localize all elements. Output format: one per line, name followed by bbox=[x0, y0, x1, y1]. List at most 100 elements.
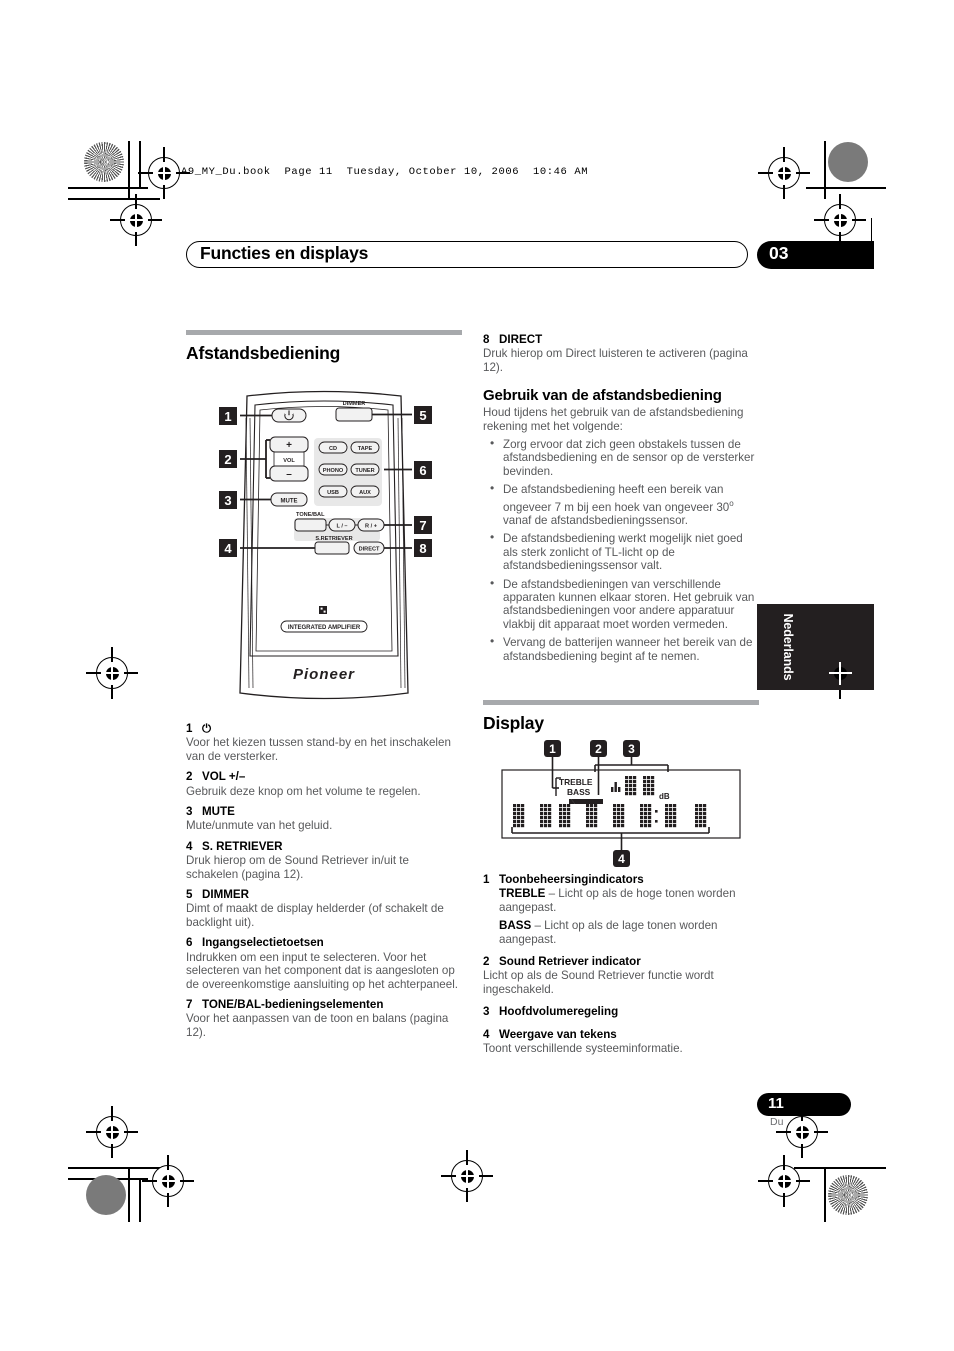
display-item-1: 1 Toonbeheersingindicators TREBLE – Licht… bbox=[483, 873, 759, 946]
crop-mark-top-right-h bbox=[806, 187, 886, 189]
remote-item-4: 4 S. RETRIEVER Druk hierop om de Sound Re… bbox=[186, 840, 462, 881]
usage-bullet-list: Zorg ervoor dat zich geen obstakels tuss… bbox=[483, 437, 759, 663]
registration-mark-bottom-right bbox=[758, 1155, 810, 1207]
header-trim-tick bbox=[871, 218, 872, 246]
remote-item-1-heading: 1 ⏻ bbox=[186, 722, 212, 735]
crop-mark-bottom-left-v bbox=[128, 1167, 130, 1222]
svg-text:TREBLE: TREBLE bbox=[559, 777, 593, 787]
registration-mark-top-left bbox=[110, 194, 162, 246]
display-item-3: 3 Hoofdvolumeregeling bbox=[483, 1005, 759, 1018]
usage-intro: Houd tijdens het gebruik van de afstands… bbox=[483, 406, 744, 433]
bass-desc: – Licht op als de lage tonen worden aang… bbox=[499, 919, 718, 946]
svg-text:DIRECT: DIRECT bbox=[359, 547, 380, 553]
svg-text:1: 1 bbox=[224, 409, 231, 424]
book-filename-line: A9_MY_Du.book Page 11 Tuesday, October 1… bbox=[181, 166, 589, 178]
display-item-4: 4 Weergave van tekens Toont verschillende… bbox=[483, 1028, 759, 1056]
subsection-heading-usage: Gebruik van de afstandsbediening bbox=[483, 387, 722, 405]
crop-mark-top-left-v2 bbox=[139, 141, 141, 188]
display-item-1-heading: 1 Toonbeheersingindicators bbox=[483, 873, 644, 886]
svg-text:4: 4 bbox=[618, 852, 625, 866]
display-section: Display bbox=[483, 700, 759, 740]
svg-text:USB: USB bbox=[327, 490, 339, 496]
svg-text:dB: dB bbox=[659, 792, 670, 801]
print-control-patch-bottom-left bbox=[86, 1175, 126, 1215]
remote-item-4-body: Druk hierop om de Sound Retriever in/uit… bbox=[186, 854, 409, 881]
svg-text:7: 7 bbox=[419, 518, 426, 533]
remote-item-7-body: Voor het aanpassen van de toon en balans… bbox=[186, 1012, 449, 1039]
svg-text:3: 3 bbox=[224, 493, 231, 508]
svg-text:L / –: L / – bbox=[336, 524, 347, 530]
remote-item-3: 3 MUTE Mute/unmute van het geluid. bbox=[186, 805, 462, 833]
registration-mark-left-mid bbox=[86, 647, 138, 699]
svg-text:BASS: BASS bbox=[567, 787, 591, 797]
display-item-1-bass: BASS – Licht op als de lage tonen worden… bbox=[483, 919, 759, 946]
display-item-2-heading: 2 Sound Retriever indicator bbox=[483, 955, 641, 969]
section-rule bbox=[186, 330, 462, 335]
left-column: Afstandsbediening bbox=[186, 330, 462, 370]
svg-text:VOL: VOL bbox=[283, 458, 295, 464]
display-item-1-treble: TREBLE – Licht op als de hoge tonen word… bbox=[483, 887, 759, 914]
crop-mark-bottom-left-h bbox=[68, 1167, 160, 1169]
remote-item-2-body: Gebruik deze knop om het volume te regel… bbox=[186, 784, 421, 798]
remote-item-7: 7 TONE/BAL-bedieningselementen Voor het a… bbox=[186, 998, 462, 1039]
usage-bullet-5: Vervang de batterijen wanneer het bereik… bbox=[483, 635, 759, 663]
display-item-4-heading: 4 Weergave van tekens bbox=[483, 1027, 617, 1041]
crop-mark-top-left-h bbox=[68, 187, 148, 189]
print-control-patch-top-right bbox=[828, 142, 868, 182]
svg-text:+: + bbox=[286, 440, 292, 451]
registration-mark-top-right bbox=[758, 147, 810, 199]
registration-mark-header-left bbox=[138, 147, 190, 199]
svg-text:AUX: AUX bbox=[359, 490, 371, 496]
section-heading-display: Display bbox=[483, 713, 544, 733]
svg-text:8: 8 bbox=[419, 541, 426, 556]
section-heading-remote: Afstandsbediening bbox=[186, 343, 341, 363]
svg-text:2: 2 bbox=[224, 452, 231, 467]
svg-text:MUTE: MUTE bbox=[281, 499, 298, 505]
remote-item-8: 8 DIRECT Druk hierop om Direct luisteren … bbox=[483, 333, 759, 374]
remote-item-3-body: Mute/unmute van het geluid. bbox=[186, 819, 333, 833]
usage-bullet-4: De afstandsbedieningen van verschillende… bbox=[483, 577, 759, 632]
remote-item-1: 1 ⏻ Voor het kiezen tussen stand-by en he… bbox=[186, 722, 462, 763]
svg-text:6: 6 bbox=[419, 463, 426, 478]
display-items: 1 Toonbeheersingindicators TREBLE – Licht… bbox=[483, 873, 759, 1055]
usage-bullet-2: De afstandsbediening heeft een bereik va… bbox=[483, 482, 759, 527]
page-number: 11 bbox=[768, 1095, 784, 1112]
right-column: 8 DIRECT Druk hierop om Direct luisteren … bbox=[483, 333, 759, 668]
crop-mark-top-left-v bbox=[128, 141, 130, 199]
registration-mark-bottom-left-2 bbox=[142, 1155, 194, 1207]
crop-mark-bottom-left-v2 bbox=[139, 1178, 141, 1222]
registration-mark-right-upper bbox=[814, 194, 866, 246]
remote-item-2-heading: 2 VOL +/– bbox=[186, 770, 246, 784]
remote-item-6-heading: 6 Ingangselectietoetsen bbox=[186, 936, 324, 950]
svg-text:PHONO: PHONO bbox=[323, 468, 344, 474]
registration-mark-bottom-page bbox=[776, 1106, 828, 1158]
svg-text:CD: CD bbox=[329, 446, 337, 452]
remote-item-8-heading: 8 DIRECT bbox=[483, 333, 543, 346]
svg-text:Pioneer: Pioneer bbox=[293, 666, 355, 683]
registration-mark-bottom-left bbox=[86, 1106, 138, 1158]
svg-text:3: 3 bbox=[628, 742, 635, 756]
bass-term: BASS bbox=[499, 919, 532, 933]
treble-term: TREBLE bbox=[499, 887, 546, 901]
remote-item-3-heading: 3 MUTE bbox=[186, 805, 235, 819]
usage-bullet-3: De afstandsbediening werkt mogelijk niet… bbox=[483, 531, 759, 572]
page-language-code: Du bbox=[770, 1116, 784, 1128]
remote-item-5: 5 DIMMER Dimt of maakt de display helderd… bbox=[186, 888, 462, 929]
display-item-4-body: Toont verschillende systeeminformatie. bbox=[483, 1042, 683, 1056]
display-panel-diagram: 1 2 3 4 TREBLE BASS dB bbox=[483, 738, 759, 870]
print-control-patch-bottom-right bbox=[828, 1175, 868, 1215]
remote-control-diagram: DIMMER + VOL – MUTE CD TAPE PHONO TUNER … bbox=[186, 388, 462, 718]
registration-mark-bottom-center bbox=[441, 1150, 493, 1202]
remote-item-6: 6 Ingangselectietoetsen Indrukken om een … bbox=[186, 936, 462, 991]
display-section-rule bbox=[483, 700, 759, 705]
display-item-2: 2 Sound Retriever indicator Licht op als … bbox=[483, 955, 759, 996]
crop-mark-top-right-v bbox=[824, 141, 826, 199]
chapter-number: 03 bbox=[769, 243, 789, 263]
remote-item-5-body: Dimt of maakt de display helderder (of s… bbox=[186, 902, 444, 929]
remote-item-4-heading: 4 S. RETRIEVER bbox=[186, 839, 283, 853]
usage-bullet-1: Zorg ervoor dat zich geen obstakels tuss… bbox=[483, 437, 759, 478]
svg-text:2: 2 bbox=[595, 742, 602, 756]
remote-item-7-heading: 7 TONE/BAL-bedieningselementen bbox=[186, 997, 384, 1011]
crop-mark-top-left-h2 bbox=[68, 198, 160, 200]
svg-text:TUNER: TUNER bbox=[355, 468, 374, 474]
